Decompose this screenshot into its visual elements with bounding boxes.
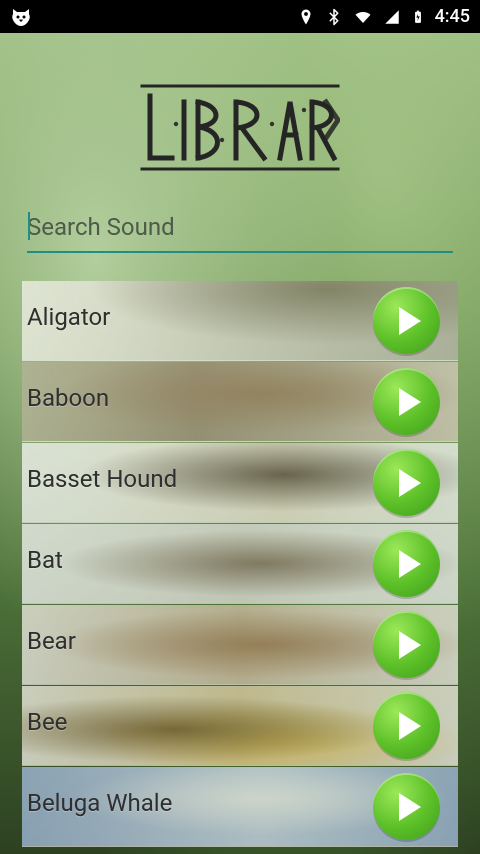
sound-item-label: Bear: [27, 627, 76, 655]
sound-list[interactable]: Aligator Baboon Basset Hound Bat Bear Be…: [22, 281, 458, 847]
sound-item-baboon[interactable]: Baboon: [22, 362, 458, 442]
sound-item-label: Baboon: [27, 384, 110, 412]
play-button-basset-hound[interactable]: [373, 449, 440, 516]
sound-item-basset-hound[interactable]: Basset Hound: [22, 443, 458, 523]
play-button-baboon[interactable]: [373, 368, 440, 435]
search-underline: [27, 251, 453, 253]
sound-item-label: Bee: [27, 708, 68, 736]
sound-item-label: Beluga Whale: [27, 789, 173, 817]
status-time: 4:45: [434, 6, 470, 27]
search-bar[interactable]: [27, 200, 453, 253]
library-logo: [140, 80, 342, 175]
search-input[interactable]: [27, 200, 453, 253]
sound-item-label: Aligator: [27, 303, 111, 331]
search-caret: [28, 212, 30, 240]
status-bar: 4:45: [0, 0, 480, 33]
bluetooth-icon: [325, 8, 343, 26]
sound-item-bear[interactable]: Bear: [22, 605, 458, 685]
status-icons: 4:45: [297, 0, 470, 33]
signal-icon: [383, 8, 401, 26]
play-button-bear[interactable]: [373, 611, 440, 678]
wifi-icon: [353, 8, 373, 26]
sound-item-bat[interactable]: Bat: [22, 524, 458, 604]
play-button-beluga-whale[interactable]: [373, 773, 440, 840]
play-button-aligator[interactable]: [373, 287, 440, 354]
sound-item-aligator[interactable]: Aligator: [22, 281, 458, 361]
sound-item-label: Bat: [27, 546, 63, 574]
sound-item-bee[interactable]: Bee: [22, 686, 458, 766]
location-icon: [297, 8, 315, 26]
play-button-bee[interactable]: [373, 692, 440, 759]
cat-icon: [10, 7, 32, 27]
sound-item-label: Basset Hound: [27, 465, 178, 493]
sound-item-beluga-whale[interactable]: Beluga Whale: [22, 767, 458, 847]
play-button-bat[interactable]: [373, 530, 440, 597]
battery-charging-icon: [411, 7, 425, 27]
